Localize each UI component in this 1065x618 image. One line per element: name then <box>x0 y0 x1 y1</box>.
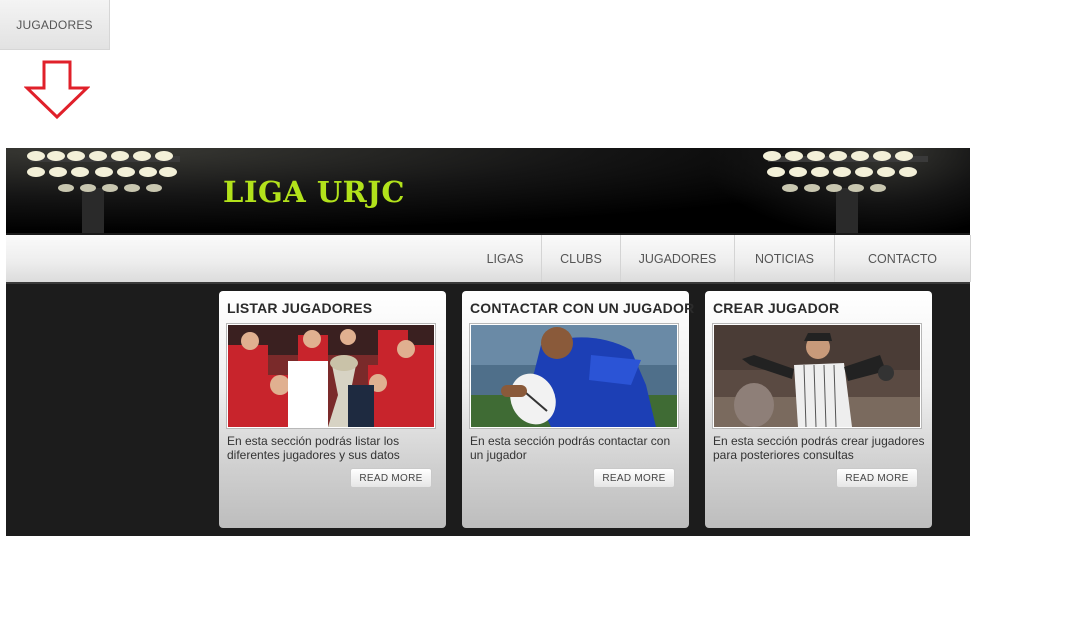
content-area: LISTAR JUGADORES En esta sección podrás … <box>6 284 970 536</box>
read-more-button[interactable]: READ MORE <box>593 468 675 488</box>
read-more-button[interactable]: READ MORE <box>836 468 918 488</box>
site-logo[interactable]: LIGA URJC <box>219 172 409 212</box>
site-frame: LIGA URJC LIGAS CLUBS JUGADORES NOTICIAS… <box>6 148 971 536</box>
nav-item-clubs[interactable]: CLUBS <box>541 235 620 282</box>
card-title: CONTACTAR CON UN JUGADOR <box>470 300 695 316</box>
nav-item-ligas[interactable]: LIGAS <box>470 235 540 282</box>
nav-item-noticias[interactable]: NOTICIAS <box>734 235 834 282</box>
stadium-lights-left-image <box>27 151 180 233</box>
baseball-pitcher-image[interactable] <box>712 323 922 429</box>
read-more-button[interactable]: READ MORE <box>350 468 432 488</box>
jugadores-tab[interactable]: JUGADORES <box>0 0 110 50</box>
nav-item-contacto[interactable]: CONTACTO <box>834 235 971 282</box>
arrow-down-icon <box>24 60 90 120</box>
card-listar-jugadores: LISTAR JUGADORES En esta sección podrás … <box>219 291 446 528</box>
card-description: En esta sección podrás listar los difere… <box>227 434 400 462</box>
card-description: En esta sección podrás crear jugadores p… <box>713 434 925 462</box>
card-title: LISTAR JUGADORES <box>227 300 373 316</box>
header-banner: LIGA URJC <box>6 148 970 233</box>
card-description: En esta sección podrás contactar con un … <box>470 434 671 462</box>
stadium-lights-right-image <box>763 151 928 233</box>
football-celebration-image[interactable] <box>226 323 436 429</box>
rugby-player-image[interactable] <box>469 323 679 429</box>
main-nav: LIGAS CLUBS JUGADORES NOTICIAS CONTACTO <box>6 235 971 284</box>
card-title: CREAR JUGADOR <box>713 300 840 316</box>
card-crear-jugador: CREAR JUGADOR En esta sección podrás cre… <box>705 291 932 528</box>
card-contactar-jugador: CONTACTAR CON UN JUGADOR En esta sección… <box>462 291 694 528</box>
nav-item-jugadores[interactable]: JUGADORES <box>620 235 734 282</box>
